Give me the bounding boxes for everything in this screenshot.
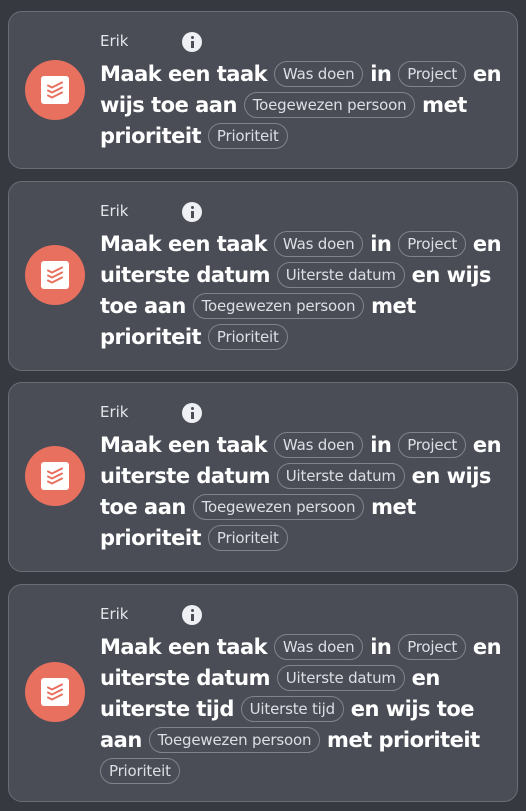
parameter-chip[interactable]: Uiterste datum — [276, 665, 405, 691]
parameter-chip[interactable]: Uiterste tijd — [240, 696, 344, 722]
user-name: Erik — [100, 202, 129, 220]
parameter-chip[interactable]: Project — [398, 432, 467, 458]
action-card[interactable]: Erik Maak een taak Was doen in Project en… — [8, 584, 518, 802]
sentence-text: Maak een taak — [100, 433, 274, 457]
user-name: Erik — [100, 32, 129, 50]
action-card[interactable]: Erik Maak een taak Was doen in Project en… — [8, 181, 518, 371]
parameter-chip[interactable]: Toegewezen persoon — [192, 494, 365, 520]
parameter-chip[interactable]: Project — [398, 231, 467, 257]
parameter-chip[interactable]: Toegewezen persoon — [192, 293, 365, 319]
parameter-chip[interactable]: Prioriteit — [207, 525, 288, 551]
parameter-chip[interactable]: Toegewezen persoon — [148, 727, 321, 753]
action-sentence: Maak een taak Was doen in Project en uit… — [100, 430, 510, 554]
action-sentence: Maak een taak Was doen in Project en wij… — [100, 59, 510, 152]
parameter-chip[interactable]: Project — [398, 61, 467, 87]
parameter-chip[interactable]: Uiterste datum — [276, 463, 405, 489]
sentence-text: in — [363, 232, 399, 256]
sentence-text: Maak een taak — [100, 62, 274, 86]
user-name: Erik — [100, 605, 129, 623]
info-icon[interactable] — [182, 32, 202, 52]
user-name: Erik — [100, 403, 129, 421]
parameter-chip[interactable]: Was doen — [273, 61, 364, 87]
todoist-icon — [25, 446, 85, 506]
todoist-icon — [25, 245, 85, 305]
action-sentence: Maak een taak Was doen in Project en uit… — [100, 632, 510, 787]
sentence-text: met prioriteit — [320, 728, 480, 752]
sentence-text: Maak een taak — [100, 635, 274, 659]
sentence-text: in — [363, 635, 399, 659]
parameter-chip[interactable]: Prioriteit — [207, 123, 288, 149]
info-icon[interactable] — [182, 403, 202, 423]
parameter-chip[interactable]: Project — [398, 634, 467, 660]
parameter-chip[interactable]: Was doen — [273, 634, 364, 660]
parameter-chip[interactable]: Uiterste datum — [276, 262, 405, 288]
sentence-text: in — [363, 62, 399, 86]
action-sentence: Maak een taak Was doen in Project en uit… — [100, 229, 510, 353]
sentence-text: Maak een taak — [100, 232, 274, 256]
parameter-chip[interactable]: Was doen — [273, 231, 364, 257]
parameter-chip[interactable]: Prioriteit — [100, 758, 180, 784]
parameter-chip[interactable]: Was doen — [273, 432, 364, 458]
sentence-text: in — [363, 433, 399, 457]
action-card[interactable]: Erik Maak een taak Was doen in Project en… — [8, 11, 518, 169]
info-icon[interactable] — [182, 605, 202, 625]
todoist-icon — [25, 662, 85, 722]
action-card[interactable]: Erik Maak een taak Was doen in Project en… — [8, 382, 518, 572]
info-icon[interactable] — [182, 202, 202, 222]
parameter-chip[interactable]: Toegewezen persoon — [243, 92, 416, 118]
parameter-chip[interactable]: Prioriteit — [207, 324, 288, 350]
todoist-icon — [25, 60, 85, 120]
